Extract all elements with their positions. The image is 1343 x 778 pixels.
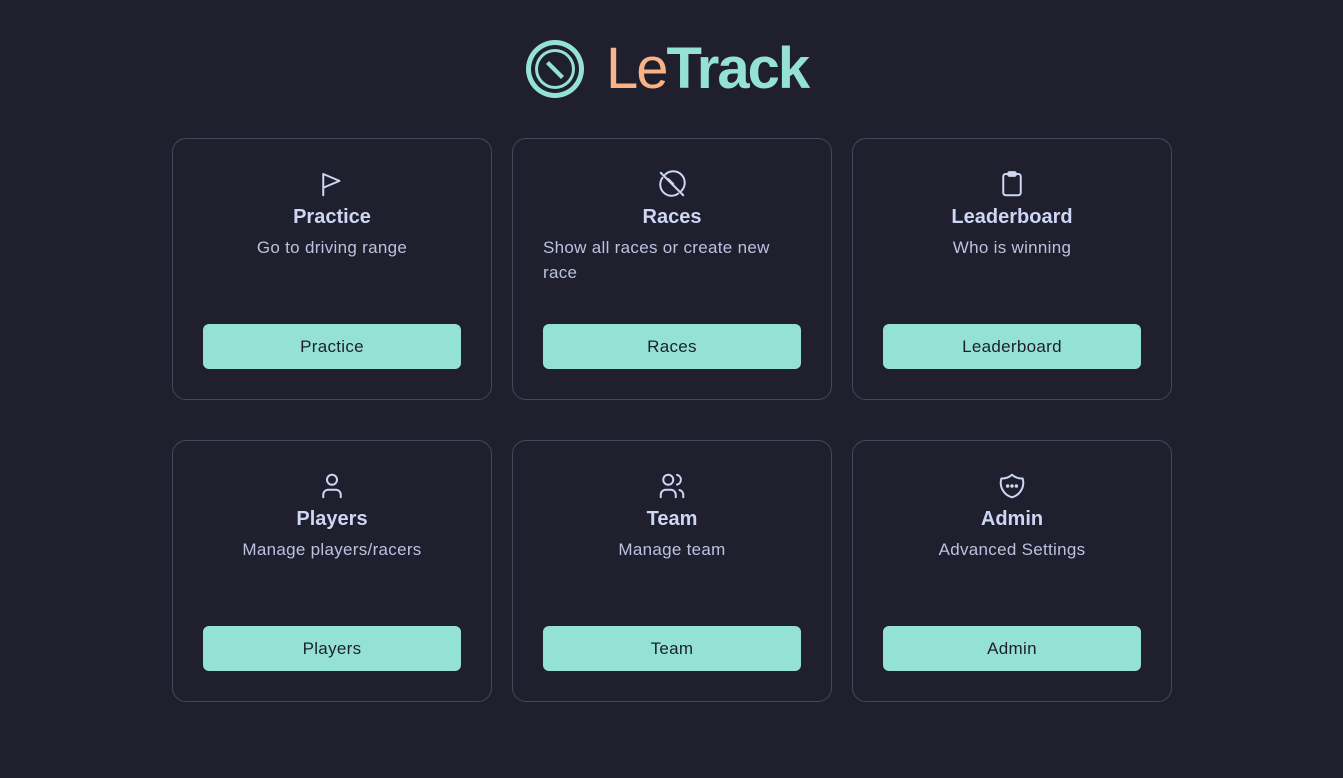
menu-grid: Practice Go to driving range Practice Ra… xyxy=(172,138,1172,702)
leaderboard-card: Leaderboard Who is winning Leaderboard xyxy=(852,138,1172,400)
races-button[interactable]: Races xyxy=(543,324,801,369)
admin-card: Admin Advanced Settings Admin xyxy=(852,440,1172,702)
app-name-part1: Le xyxy=(606,36,668,101)
app-name-part2: Track xyxy=(666,36,811,101)
user-icon xyxy=(173,471,491,501)
admin-title: Admin xyxy=(980,508,1044,530)
admin-button[interactable]: Admin xyxy=(883,626,1141,671)
team-button[interactable]: Team xyxy=(543,626,801,671)
gauge-off-icon xyxy=(513,169,831,199)
leaderboard-description: Who is winning xyxy=(952,238,1072,257)
practice-card: Practice Go to driving range Practice xyxy=(172,138,492,400)
team-card: Team Manage team Team xyxy=(512,440,832,702)
players-description: Manage players/racers xyxy=(242,540,422,559)
admin-description: Advanced Settings xyxy=(938,540,1086,559)
players-card: Players Manage players/racers Players xyxy=(172,440,492,702)
app-logo: LeTrack xyxy=(524,34,811,104)
races-title: Races xyxy=(642,206,702,228)
shield-dots-icon xyxy=(853,471,1171,501)
users-icon xyxy=(513,471,831,501)
races-description: Show all races or create new race xyxy=(543,238,770,282)
leaderboard-title: Leaderboard xyxy=(951,206,1073,228)
leaderboard-button[interactable]: Leaderboard xyxy=(883,324,1141,369)
app-name: LeTrack xyxy=(606,34,811,104)
practice-button[interactable]: Practice xyxy=(203,324,461,369)
team-title: Team xyxy=(646,508,698,530)
practice-description: Go to driving range xyxy=(256,238,408,257)
team-description: Manage team xyxy=(618,540,726,559)
clipboard-icon xyxy=(853,169,1171,199)
players-button[interactable]: Players xyxy=(203,626,461,671)
players-title: Players xyxy=(296,508,368,530)
races-card: Races Show all races or create new race … xyxy=(512,138,832,400)
gauge-logo-icon xyxy=(526,40,584,98)
flag-icon xyxy=(173,169,491,199)
practice-title: Practice xyxy=(293,206,371,228)
